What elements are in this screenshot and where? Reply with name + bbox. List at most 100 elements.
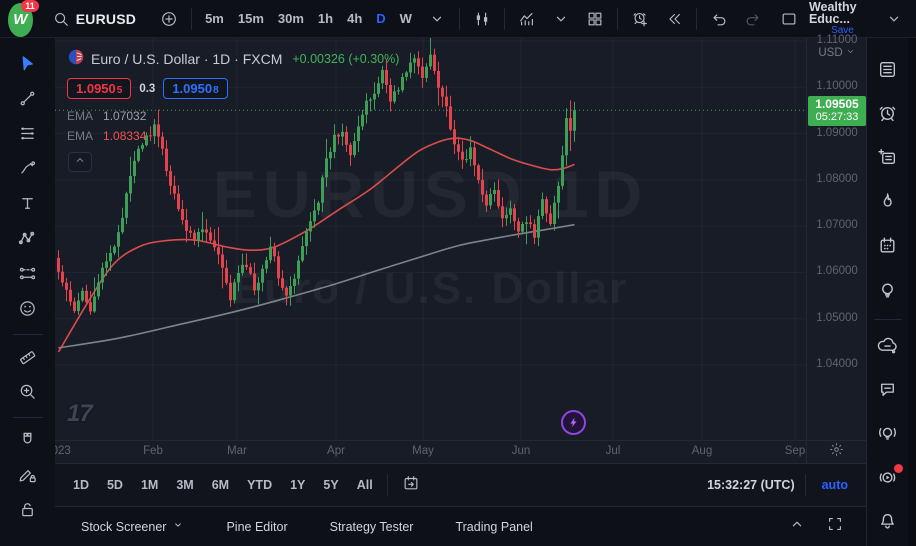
tool-brush[interactable]	[9, 153, 47, 188]
tool-zoom-in[interactable]	[9, 376, 47, 411]
indicators-button[interactable]	[511, 5, 543, 33]
panel-add-notes-button[interactable]	[870, 138, 906, 182]
chevron-down-icon	[172, 519, 184, 534]
bar-replay-button[interactable]	[658, 5, 690, 33]
axis-currency-dropdown[interactable]: USD	[807, 46, 867, 60]
interval-W[interactable]: W	[393, 5, 419, 33]
buy-button[interactable]: 1.09508	[163, 78, 227, 99]
layout-grid-button[interactable]	[579, 5, 611, 33]
undo-button[interactable]	[703, 5, 735, 33]
legend-title[interactable]: Euro / U.S. Dollar · 1D · FXCM	[91, 51, 282, 67]
open-panel-button[interactable]	[780, 515, 814, 538]
range-5Y[interactable]: 5Y	[315, 474, 346, 496]
time-tick: Jun	[512, 445, 531, 457]
panel-watchlist-button[interactable]	[870, 50, 906, 94]
tool-fib-lines[interactable]	[9, 118, 47, 153]
ema-label[interactable]: EMA	[67, 129, 93, 143]
time-tick: Feb	[143, 445, 163, 457]
live-indicator-dot	[894, 464, 903, 473]
save-layout-button[interactable]	[773, 5, 805, 33]
instant-order-button[interactable]	[561, 410, 586, 435]
time-tick: Mar	[227, 445, 247, 457]
footer-tab-stock-screener[interactable]: Stock Screener	[69, 513, 196, 540]
tool-drawing-lock[interactable]	[9, 459, 47, 494]
tradingview-logo-watermark[interactable]: 17	[67, 400, 92, 428]
panel-alerts-button[interactable]	[870, 94, 906, 138]
interval-15m[interactable]: 15m	[231, 5, 271, 33]
layout-menu-dropdown[interactable]	[878, 5, 910, 33]
range-6M[interactable]: 6M	[204, 474, 237, 496]
alert-clock-plus-icon	[631, 10, 649, 28]
interval-dropdown[interactable]	[421, 5, 453, 33]
range-1D[interactable]: 1D	[65, 474, 97, 496]
tool-magnet[interactable]	[9, 424, 47, 459]
chevron-down-icon	[428, 10, 446, 28]
gear-icon	[829, 442, 844, 462]
goto-date-button[interactable]	[394, 474, 428, 497]
redo-button[interactable]	[737, 5, 769, 33]
chart-style-button[interactable]	[466, 5, 498, 33]
undo-icon	[710, 10, 728, 28]
clock[interactable]: 15:32:27 (UTC)	[707, 478, 795, 492]
panel-calendar-button[interactable]	[870, 226, 906, 270]
panel-hotlists-button[interactable]	[870, 182, 906, 226]
sell-button[interactable]: 1.09505	[67, 78, 131, 99]
tool-cursor[interactable]	[9, 48, 47, 83]
symbol-label: EURUSD	[76, 11, 136, 27]
price-axis[interactable]: USD 1.110001.100001.090001.080001.070001…	[806, 38, 866, 440]
notification-badge: 11	[21, 0, 39, 12]
bar-countdown: 05:27:33	[808, 111, 866, 124]
range-1Y[interactable]: 1Y	[282, 474, 313, 496]
ema-label[interactable]: EMA	[67, 109, 93, 123]
tool-xabcd-pattern[interactable]	[9, 223, 47, 258]
range-5D[interactable]: 5D	[99, 474, 131, 496]
indicator-templates-dropdown[interactable]	[545, 5, 577, 33]
layout-name-menu[interactable]: Wealthy Educ... Save	[809, 1, 876, 37]
footer-tab-strategy-tester[interactable]: Strategy Tester	[318, 514, 426, 540]
time-axis[interactable]: 2023FebMarAprMayJunJulAugSep	[55, 441, 806, 463]
brush-icon	[18, 159, 37, 183]
tool-emoji[interactable]	[9, 293, 47, 328]
range-group: 1D5D1M3M6MYTD1Y5YAll	[65, 474, 381, 496]
chart-plot[interactable]: EURUSD 1D Euro / U.S. Dollar Euro / U.S.…	[55, 38, 806, 440]
magnet-icon	[18, 430, 37, 454]
scroll-strip[interactable]	[908, 38, 916, 546]
panel-live-ideas-button[interactable]	[870, 414, 906, 458]
timezone-auto-toggle[interactable]: auto	[816, 478, 854, 492]
tool-measure[interactable]	[9, 341, 47, 376]
layout-icon	[780, 10, 798, 28]
interval-30m[interactable]: 30m	[271, 5, 311, 33]
interval-5m[interactable]: 5m	[198, 5, 231, 33]
range-1M[interactable]: 1M	[133, 474, 166, 496]
range-YTD[interactable]: YTD	[239, 474, 280, 496]
tool-projection[interactable]	[9, 258, 47, 293]
range-3M[interactable]: 3M	[168, 474, 201, 496]
panel-streams-button[interactable]	[870, 458, 906, 502]
watchlist-icon	[877, 59, 898, 85]
time-tick: Aug	[692, 445, 712, 457]
create-alert-button[interactable]	[624, 5, 656, 33]
tool-lock-all[interactable]	[9, 494, 47, 529]
range-All[interactable]: All	[349, 474, 381, 496]
interval-D[interactable]: D	[369, 5, 392, 33]
broker-logo[interactable]: W 11	[8, 3, 33, 37]
panel-notifications-button[interactable]	[870, 502, 906, 546]
interval-4h[interactable]: 4h	[340, 5, 369, 33]
panel-chat-button[interactable]	[870, 370, 906, 414]
tool-text[interactable]	[9, 188, 47, 223]
legend-collapse-button[interactable]	[68, 152, 92, 172]
compare-add-button[interactable]	[153, 5, 185, 33]
symbol-search-button[interactable]: EURUSD	[45, 5, 143, 33]
panel-minds-button[interactable]	[870, 326, 906, 370]
panel-ideas-button[interactable]	[870, 270, 906, 314]
restore-panel-icon	[826, 515, 844, 538]
chart-settings-corner[interactable]	[806, 441, 866, 463]
tool-trend-line[interactable]	[9, 83, 47, 118]
footer-tab-pine-editor[interactable]: Pine Editor	[214, 514, 299, 540]
restore-panel-button[interactable]	[818, 515, 852, 538]
footer-tab-trading-panel[interactable]: Trading Panel	[443, 514, 544, 540]
interval-1h[interactable]: 1h	[311, 5, 340, 33]
xabcd-pattern-icon	[18, 229, 37, 253]
notifications-icon	[877, 511, 898, 537]
divider	[191, 8, 192, 30]
